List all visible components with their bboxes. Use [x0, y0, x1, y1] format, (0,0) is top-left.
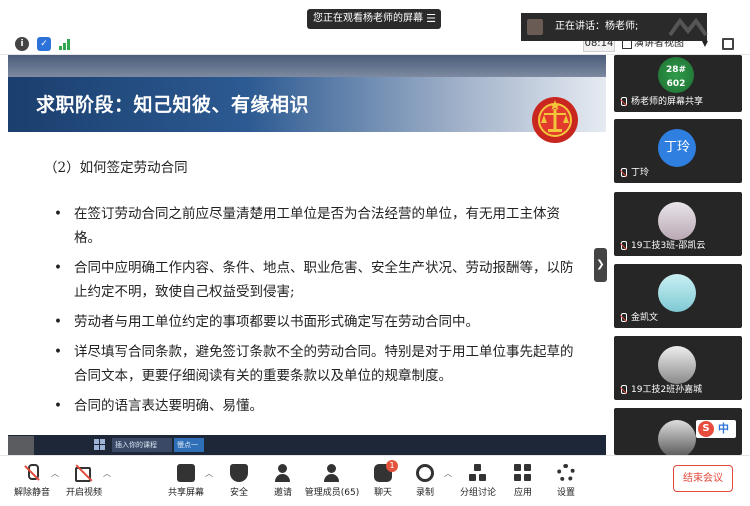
taskbar-item: 慢点一下 [174, 438, 204, 463]
participant-name: 19工技2班孙嘉城 [631, 385, 703, 395]
share-screen-icon [177, 464, 195, 482]
apps-icon [514, 464, 532, 482]
mic-muted-icon [23, 464, 41, 482]
unmute-label: 解除静音 [13, 488, 50, 498]
bullet-item: 在签订劳动合同之前应尽量清楚用工单位是否为合法经营的单位，有无用工主体资格。 [54, 202, 584, 250]
settings-label: 设置 [556, 488, 575, 498]
participant-name: 杨老师的屏幕共享 [631, 97, 704, 107]
court-emblem-icon [532, 97, 578, 143]
mic-muted-icon [619, 385, 628, 396]
participant-tile[interactable]: 19工技2班孙嘉城 [614, 336, 742, 400]
shield-icon[interactable]: ✓ [37, 37, 51, 51]
fullscreen-icon[interactable] [722, 38, 734, 50]
users-icon [323, 464, 341, 482]
taskbar-item: 插入你的课程 [112, 438, 172, 452]
participant-name: 丁玲 [631, 168, 650, 178]
share-screen-label: 共享屏幕 [167, 488, 204, 498]
unmute-button[interactable]: ︿ 解除静音 [4, 464, 60, 502]
invite-button[interactable]: 邀请 [255, 464, 311, 502]
camera-off-icon [75, 464, 93, 482]
mic-muted-icon [619, 313, 628, 324]
participant-name-label: 19工技2班孙嘉城 [619, 385, 702, 396]
menu-icon[interactable]: ☰ [426, 9, 436, 29]
share-notice-bar[interactable]: 您正在观看杨老师的屏幕 ☰ [307, 9, 441, 29]
info-icon[interactable]: i [15, 37, 29, 51]
share-notice-text: 您正在观看杨老师的屏幕 [313, 13, 423, 24]
share-screen-button[interactable]: ︿ 共享屏幕 [158, 464, 214, 502]
app-logo-icon [668, 17, 708, 37]
mic-muted-icon [619, 168, 628, 179]
breakout-rooms-icon [469, 464, 487, 482]
bullet-item: 劳动者与用工单位约定的事项都要以书面形式确定写在劳动合同中。 [54, 310, 584, 334]
settings-button[interactable]: 设置 [538, 464, 594, 502]
bottom-toolbar: ︿ 解除静音 ︿ 开启视频 ︿ 共享屏幕 安全 邀请 管理成员(65) 1 聊天… [0, 455, 750, 506]
record-icon [416, 464, 434, 482]
participant-avatar [658, 420, 696, 455]
participant-name-label: 丁玲 [619, 168, 649, 179]
speaker-avatar [527, 19, 543, 35]
bullet-item: 合同中应明确工作内容、条件、地点、职业危害、安全生产状况、劳动报酬等，以防止约定… [54, 256, 584, 304]
bullet-item: 合同的语言表达要明确、易懂。 [54, 394, 584, 418]
sogou-ime-icon: S [698, 421, 714, 437]
participant-tile[interactable]: 28# 602 杨老师的屏幕共享 [614, 55, 742, 112]
record-label: 录制 [415, 488, 434, 498]
presenter-taskbar: 插入你的课程 慢点一下 [8, 435, 606, 463]
participant-name: 19工技3班-邵凯云 [631, 241, 706, 251]
participant-avatar: 28# 602 [658, 57, 694, 93]
ime-mode: 中 [718, 422, 729, 435]
shield-icon [230, 464, 248, 482]
gear-icon [557, 464, 575, 482]
manage-members-label: 管理成员(65) [304, 488, 360, 498]
participants-panel: 28# 602 杨老师的屏幕共享 丁玲 丁玲 19工技3班-邵凯云 金凯文 19… [608, 55, 750, 455]
add-user-icon [274, 464, 292, 482]
participant-name-label: 金凯文 [619, 313, 658, 324]
manage-members-button[interactable]: 管理成员(65) [304, 464, 360, 502]
slide-top-band [8, 55, 606, 77]
participant-name: 金凯文 [631, 313, 659, 323]
participant-name-label: 杨老师的屏幕共享 [619, 97, 703, 108]
slide-subtitle: （2）如何签定劳动合同 [44, 160, 188, 176]
participant-tile[interactable]: 19工技3班-邵凯云 [614, 192, 742, 256]
slide-header: 求职阶段：知己知彼、有缘相识 [8, 77, 606, 132]
presenter-thumbnail [8, 436, 34, 456]
shared-screen: 求职阶段：知己知彼、有缘相识 （2）如何签定劳动合同 在签订劳动合同之前应尽量清… [0, 55, 608, 506]
bullet-item: 详尽填写合同条款，避免签订条款不全的劳动合同。特别是对于用工单位事先起草的合同文… [54, 340, 584, 388]
meeting-window: 您正在观看杨老师的屏幕 ☰ 正在讲话：杨老师; i ✓ 08:14 演讲者视图 … [0, 0, 750, 506]
signal-icon[interactable] [58, 37, 72, 51]
start-video-button[interactable]: ︿ 开启视频 [56, 464, 112, 502]
participant-tile[interactable]: 丁玲 丁玲 [614, 119, 742, 183]
slide: 求职阶段：知己知彼、有缘相识 （2）如何签定劳动合同 在签订劳动合同之前应尽量清… [8, 55, 606, 506]
speaker-notice-text: 正在讲话：杨老师; [555, 21, 639, 32]
bullet-list: 在签订劳动合同之前应尽量清楚用工单位是否为合法经营的单位，有无用工主体资格。 合… [54, 202, 584, 424]
participant-avatar [658, 202, 696, 240]
record-button[interactable]: ︿ 录制 [397, 464, 453, 502]
slide-title: 求职阶段：知己知彼、有缘相识 [36, 94, 310, 116]
windows-start-icon [94, 439, 105, 450]
participant-avatar [658, 274, 696, 312]
chevron-up-icon[interactable]: ︿ [103, 468, 111, 479]
participant-tile[interactable]: 金凯文 [614, 264, 742, 328]
end-meeting-button[interactable]: 结束会议 [673, 465, 733, 492]
chevron-right-icon[interactable]: ❯ [594, 248, 607, 282]
mic-muted-icon [619, 241, 628, 252]
participant-avatar: 丁玲 [658, 129, 696, 167]
mic-muted-icon [619, 97, 628, 108]
start-video-label: 开启视频 [65, 488, 102, 498]
participant-name-label: 19工技3班-邵凯云 [619, 241, 705, 252]
invite-label: 邀请 [273, 488, 292, 498]
participant-avatar [658, 346, 696, 384]
ime-indicator[interactable]: S 中 [696, 420, 736, 438]
